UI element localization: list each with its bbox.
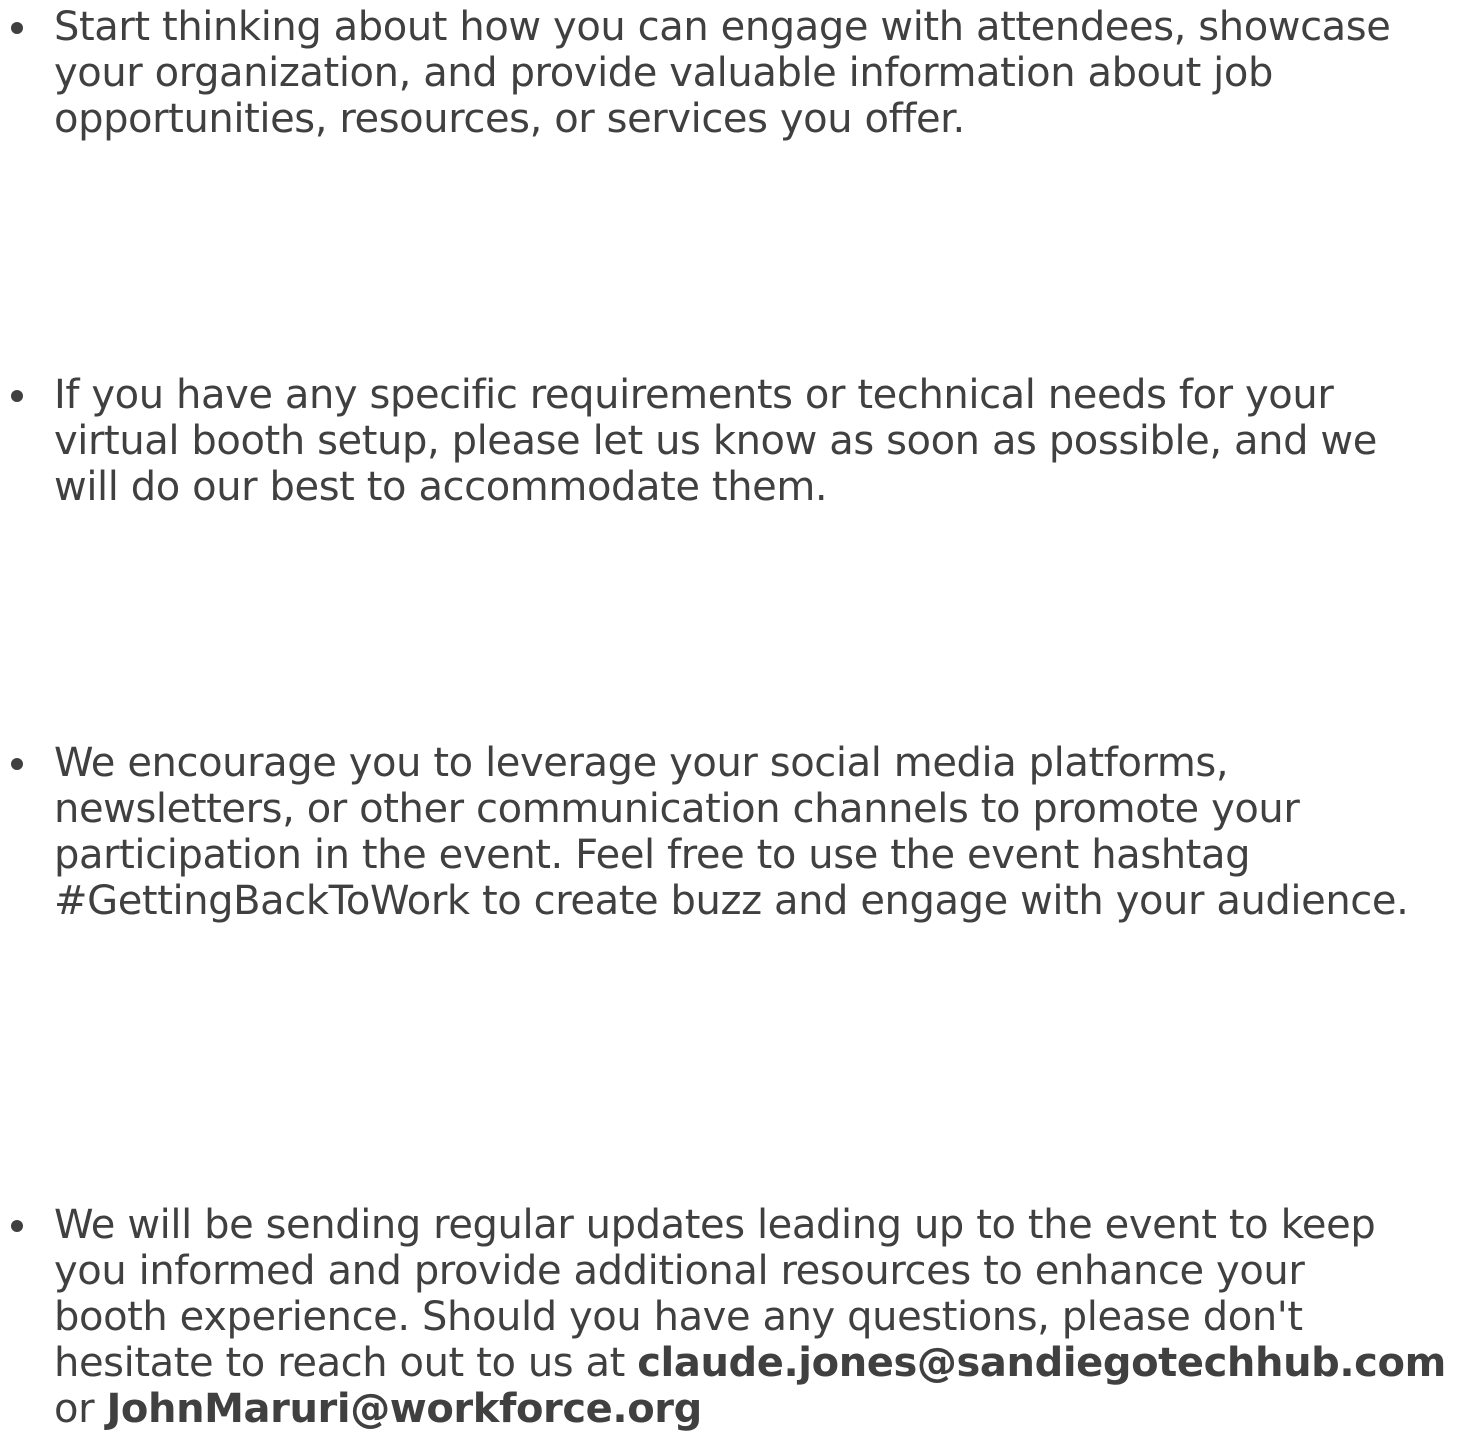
email-link-secondary[interactable]: JohnMaruri@workforce.org bbox=[106, 1386, 702, 1432]
contact-line: hesitate to reach out to us at claude.jo… bbox=[54, 1340, 1464, 1386]
bullet-text-line: you informed and provide additional reso… bbox=[54, 1248, 1305, 1294]
bullet-text-line: opportunities, resources, or services yo… bbox=[54, 96, 965, 142]
bullet-icon bbox=[11, 758, 23, 770]
bullet-text-line: newsletters, or other communication chan… bbox=[54, 786, 1300, 832]
bullet-icon bbox=[11, 22, 23, 34]
bullet-text-line: #GettingBackToWork to create buzz and en… bbox=[54, 878, 1409, 924]
bullet-text-line: booth experience. Should you have any qu… bbox=[54, 1294, 1303, 1340]
bullet-text-line: participation in the event. Feel free to… bbox=[54, 832, 1251, 878]
list-item: We encourage you to leverage your social… bbox=[0, 740, 1464, 924]
list-item: We will be sending regular updates leadi… bbox=[0, 1202, 1464, 1432]
document-body: Start thinking about how you can engage … bbox=[0, 0, 1474, 1432]
bullet-icon bbox=[11, 1220, 23, 1232]
bullet-text-line: Start thinking about how you can engage … bbox=[54, 4, 1391, 50]
email-link-primary[interactable]: claude.jones@sandiegotechhub.com bbox=[637, 1340, 1446, 1386]
bullet-text-line: your organization, and provide valuable … bbox=[54, 50, 1273, 96]
bullet-text-line: We will be sending regular updates leadi… bbox=[54, 1202, 1376, 1248]
or-text: or bbox=[54, 1386, 107, 1432]
bullet-text-line: virtual booth setup, please let us know … bbox=[54, 418, 1377, 464]
bullet-list: Start thinking about how you can engage … bbox=[0, 0, 1474, 1432]
bullet-text-line: will do our best to accommodate them. bbox=[54, 464, 828, 510]
contact-line-secondary: or JohnMaruri@workforce.org bbox=[54, 1386, 1464, 1432]
list-item: Start thinking about how you can engage … bbox=[0, 4, 1464, 142]
bullet-icon bbox=[11, 390, 23, 402]
bullet-text-line: If you have any specific requirements or… bbox=[54, 372, 1334, 418]
list-item: If you have any specific requirements or… bbox=[0, 372, 1464, 510]
bullet-text-line: We encourage you to leverage your social… bbox=[54, 740, 1229, 786]
bullet-text-segment: hesitate to reach out to us at bbox=[54, 1340, 638, 1386]
